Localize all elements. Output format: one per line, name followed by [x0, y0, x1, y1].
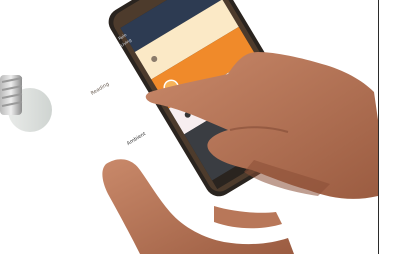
photo-scene: Rulo Living Reading Relax Ambient	[0, 0, 393, 254]
vertical-divider	[378, 0, 379, 254]
light-bulb	[0, 75, 52, 132]
photo-illustration	[0, 0, 378, 254]
